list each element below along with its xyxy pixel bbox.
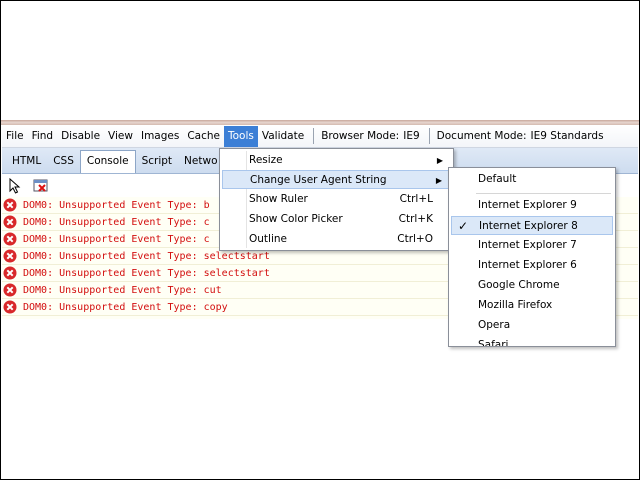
error-icon (3, 283, 17, 297)
console-message: DOM0: Unsupported Event Type: copy (23, 301, 228, 313)
submenu-arrow-icon: ▶ (436, 156, 443, 165)
clear-console-icon (33, 179, 48, 192)
ua-item-ie8[interactable]: ✓ Internet Explorer 8 (451, 216, 613, 235)
menu-item-outline[interactable]: Outline Ctrl+O (222, 230, 451, 249)
error-icon (3, 232, 17, 246)
menu-item-label: Opera (478, 319, 511, 331)
menu-item-label: Internet Explorer 9 (478, 199, 577, 211)
ua-item-opera[interactable]: Opera (451, 316, 613, 335)
document-mode-label[interactable]: Document Mode: (435, 126, 529, 147)
ua-item-default[interactable]: Default (451, 170, 613, 189)
browser-mode-label[interactable]: Browser Mode: (319, 126, 401, 147)
menu-images[interactable]: Images (137, 126, 183, 147)
error-icon (3, 300, 17, 314)
menu-item-label: Mozilla Firefox (478, 299, 553, 311)
console-message: DOM0: Unsupported Event Type: c (23, 233, 210, 245)
tab-css[interactable]: CSS (47, 151, 80, 173)
ua-item-ie9[interactable]: Internet Explorer 9 (451, 196, 613, 215)
menu-item-label: Show Color Picker (249, 213, 343, 225)
ua-item-ie6[interactable]: Internet Explorer 6 (451, 256, 613, 275)
menu-disable[interactable]: Disable (57, 126, 104, 147)
menu-divider (428, 128, 430, 144)
checkmark-icon: ✓ (458, 219, 469, 233)
menu-item-label: Change User Agent String (250, 174, 387, 186)
error-icon (3, 215, 17, 229)
menu-validate[interactable]: Validate (258, 126, 308, 147)
console-message: DOM0: Unsupported Event Type: b (23, 199, 210, 211)
console-message: DOM0: Unsupported Event Type: cut (23, 284, 222, 296)
menu-separator (476, 193, 611, 194)
menu-item-label: Google Chrome (478, 279, 560, 291)
menubar: File Find Disable View Images Cache Tool… (2, 125, 638, 148)
console-message: DOM0: Unsupported Event Type: selectstar… (23, 250, 270, 262)
user-agent-submenu: Default Internet Explorer 9 ✓ Internet E… (448, 167, 616, 347)
cursor-icon (9, 177, 21, 194)
menu-item-label: Internet Explorer 8 (479, 220, 578, 232)
menu-item-label: Default (478, 173, 517, 185)
submenu-arrow-icon: ▶ (435, 176, 442, 185)
console-message: DOM0: Unsupported Event Type: c (23, 216, 210, 228)
menu-item-label: Show Ruler (249, 193, 308, 205)
tab-script[interactable]: Script (136, 151, 178, 173)
menu-shortcut: Ctrl+O (397, 233, 433, 245)
menu-item-label: Outline (249, 233, 287, 245)
menu-shortcut: Ctrl+K (398, 213, 433, 225)
document-mode-value[interactable]: IE9 Standards (529, 126, 608, 147)
clear-console-button[interactable] (32, 177, 50, 195)
ua-item-chrome[interactable]: Google Chrome (451, 276, 613, 295)
menu-item-change-user-agent[interactable]: Change User Agent String ▶ (222, 170, 451, 189)
menu-file[interactable]: File (2, 126, 28, 147)
menu-cache[interactable]: Cache (183, 126, 224, 147)
menu-view[interactable]: View (104, 126, 137, 147)
menu-item-label: Internet Explorer 7 (478, 239, 577, 251)
ua-item-safari[interactable]: Safari (451, 336, 613, 347)
menu-shortcut: Ctrl+L (399, 193, 433, 205)
menu-item-label: Internet Explorer 6 (478, 259, 577, 271)
menu-item-show-color-picker[interactable]: Show Color Picker Ctrl+K (222, 210, 451, 229)
menu-item-show-ruler[interactable]: Show Ruler Ctrl+L (222, 190, 451, 209)
menu-item-label: Safari (478, 339, 509, 347)
error-icon (3, 266, 17, 280)
menu-divider (313, 128, 315, 144)
error-icon (3, 198, 17, 212)
ua-item-firefox[interactable]: Mozilla Firefox (451, 296, 613, 315)
menu-item-resize[interactable]: Resize ▶ (222, 151, 451, 170)
browser-mode-value[interactable]: IE9 (401, 126, 423, 147)
menu-find[interactable]: Find (28, 126, 58, 147)
select-element-button[interactable] (6, 177, 24, 195)
tab-network[interactable]: Netwo (178, 151, 223, 173)
tab-html[interactable]: HTML (6, 151, 47, 173)
tab-console[interactable]: Console (79, 150, 136, 173)
error-icon (3, 249, 17, 263)
tools-menu: Resize ▶ Change User Agent String ▶ Show… (219, 148, 454, 251)
console-message: DOM0: Unsupported Event Type: selectstar… (23, 267, 270, 279)
ua-item-ie7[interactable]: Internet Explorer 7 (451, 236, 613, 255)
menu-tools[interactable]: Tools (223, 125, 258, 147)
menu-item-label: Resize (249, 154, 283, 166)
